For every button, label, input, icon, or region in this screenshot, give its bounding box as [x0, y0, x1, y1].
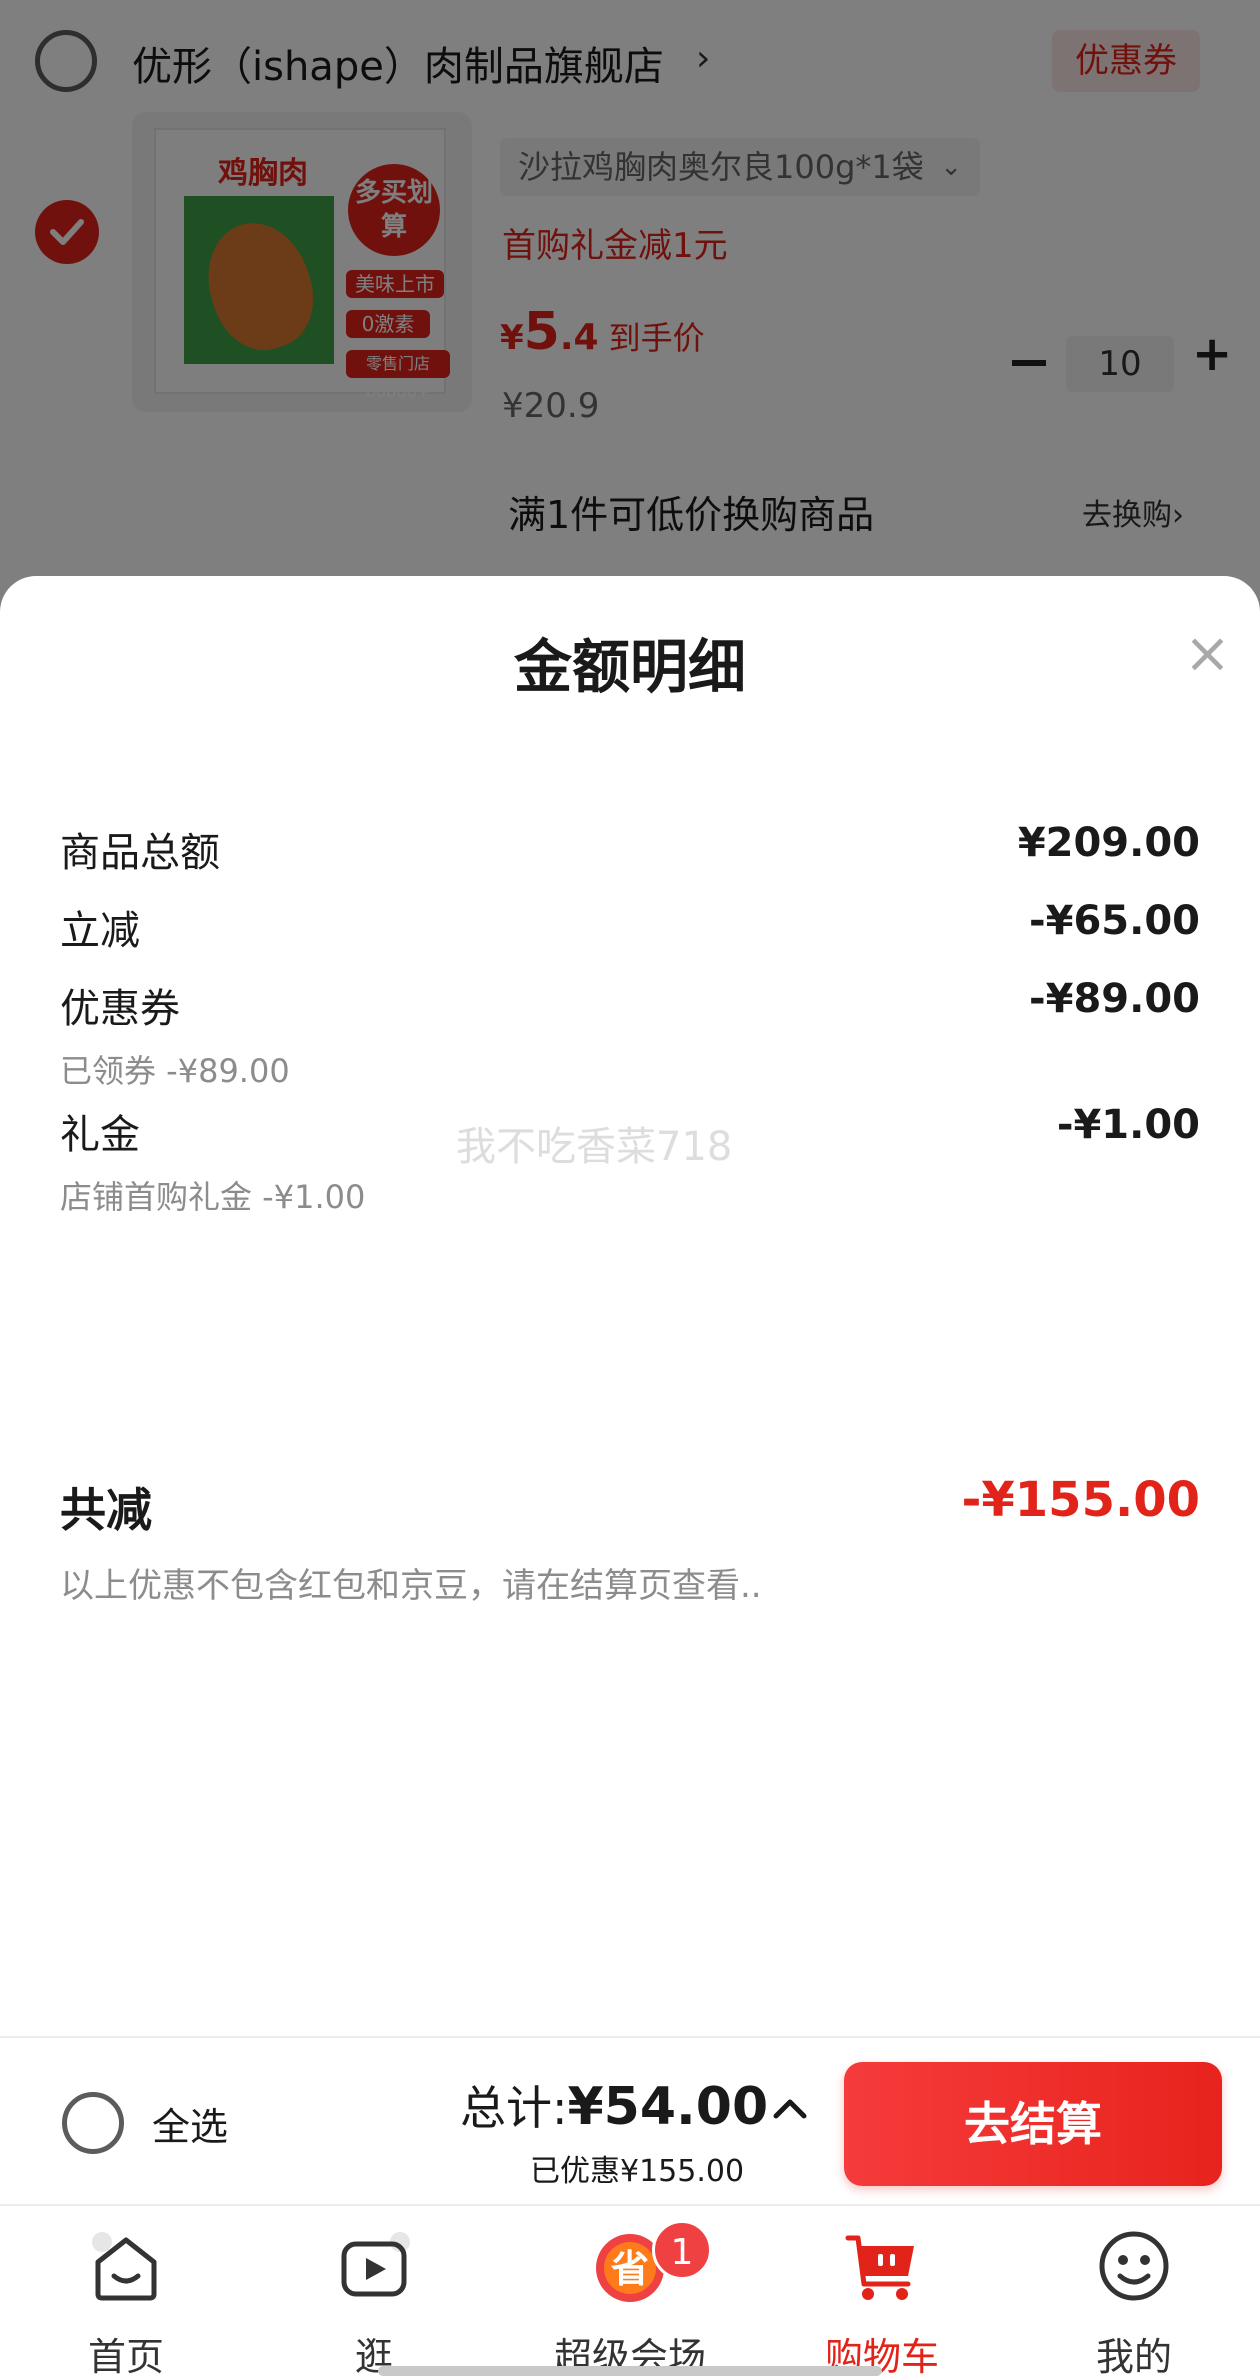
bottom-tab-bar: 首页 逛 省 1 超级会场 购物车 我的: [0, 2204, 1260, 2379]
watermark: 我不吃香菜718: [456, 1124, 733, 1170]
profile-icon: [1099, 2231, 1169, 2301]
select-all-radio[interactable]: [62, 2092, 124, 2154]
tab-cart[interactable]: 购物车: [782, 2206, 982, 2379]
cart-icon: [845, 2235, 914, 2300]
notification-badge: 1: [652, 2220, 712, 2280]
video-icon: [341, 2232, 410, 2297]
tab-label: 首页: [87, 2335, 164, 2379]
total-label: 总计:: [460, 2081, 568, 2135]
checkout-bar: 全选 总计:¥54.00 已优惠¥155.00 去结算: [0, 2036, 1260, 2204]
close-icon[interactable]: ×: [1184, 626, 1231, 682]
checkout-button[interactable]: 去结算: [844, 2062, 1222, 2186]
saved-amount: 已优惠¥155.00: [530, 2154, 745, 2189]
discount-note: 以上优惠不包含红包和京豆，请在结算页查看..: [60, 1566, 762, 1606]
modal-overlay[interactable]: [0, 0, 1260, 640]
total-discount-value: -¥155.00: [961, 1472, 1200, 1528]
total-discount-label: 共减: [60, 1483, 152, 1537]
home-indicator: [378, 2366, 882, 2376]
tab-super-venue[interactable]: 省 1 超级会场: [530, 2206, 730, 2379]
row-value-gift-money: -¥1.00: [1056, 1102, 1200, 1148]
row-sub-gift-money: 店铺首购礼金 -¥1.00: [60, 1178, 366, 1216]
row-value-subtotal: ¥209.00: [1017, 820, 1200, 866]
svg-text:省: 省: [611, 2247, 649, 2291]
row-sub-coupon: 已领券 -¥89.00: [60, 1052, 290, 1090]
row-value-coupon: -¥89.00: [1029, 976, 1200, 1022]
row-label-coupon: 优惠券: [60, 986, 180, 1032]
tab-profile[interactable]: 我的: [1034, 2206, 1234, 2379]
row-label-instant-discount: 立减: [60, 908, 140, 954]
select-all-label[interactable]: 全选: [152, 2096, 228, 2151]
sheet-title: 金额明细: [513, 633, 746, 701]
amount-details-sheet: 金额明细 × 商品总额 ¥209.00 立减 -¥65.00 优惠券 -¥89.…: [0, 576, 1260, 2036]
row-label-gift-money: 礼金: [60, 1112, 140, 1158]
row-label-subtotal: 商品总额: [60, 830, 220, 876]
total-value: ¥54.00: [567, 2077, 769, 2137]
chevron-up-icon[interactable]: [770, 2094, 810, 2124]
tab-home[interactable]: 首页: [26, 2206, 226, 2379]
total-amount: 总计:¥54.00: [460, 2072, 768, 2138]
tab-label: 我的: [1095, 2335, 1172, 2379]
row-value-instant-discount: -¥65.00: [1029, 898, 1200, 944]
home-icon: [92, 2232, 157, 2301]
tab-browse[interactable]: 逛: [274, 2206, 474, 2379]
